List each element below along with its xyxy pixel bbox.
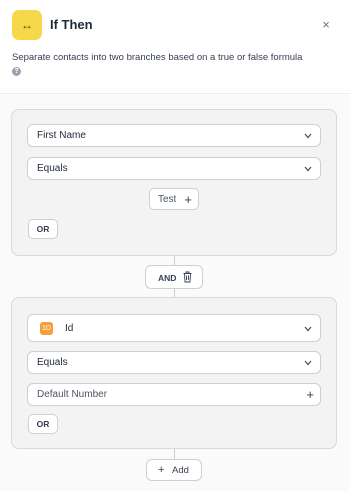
- chevron-down-icon: [304, 133, 312, 139]
- chevron-down-icon: [304, 166, 312, 172]
- trash-icon[interactable]: [183, 271, 192, 283]
- plus-icon[interactable]: +: [306, 387, 314, 402]
- add-button[interactable]: + Add: [146, 459, 202, 481]
- connector-line: [174, 449, 175, 459]
- field-select-value: Id: [65, 323, 74, 334]
- close-button[interactable]: ×: [318, 16, 334, 34]
- add-label: Add: [172, 465, 189, 476]
- arrows-horizontal-icon: ↔: [12, 10, 42, 40]
- field-select[interactable]: 1D Id: [27, 314, 321, 342]
- operator-select[interactable]: Equals: [27, 157, 321, 180]
- value-tag-button[interactable]: Test +: [149, 188, 199, 210]
- value-input[interactable]: Default Number +: [27, 383, 321, 406]
- value-tag-label: Test: [158, 194, 177, 205]
- field-select-value: First Name: [37, 130, 86, 141]
- operator-select-value: Equals: [37, 357, 68, 368]
- and-button[interactable]: AND: [145, 265, 203, 289]
- panel-title: If Then: [50, 17, 93, 32]
- icon-glyph: ↔: [21, 18, 33, 32]
- operator-select[interactable]: Equals: [27, 351, 321, 374]
- and-label: AND: [158, 273, 177, 283]
- help-icon[interactable]: ?: [12, 67, 21, 76]
- panel-header: ↔ If Then × Separate contacts into two b…: [0, 0, 350, 94]
- value-input-placeholder: Default Number: [37, 389, 108, 400]
- panel-description: Separate contacts into two branches base…: [12, 52, 303, 63]
- chevron-down-icon: [304, 326, 312, 332]
- connector-line: [174, 289, 175, 297]
- plus-icon: +: [184, 192, 192, 207]
- number-field-icon: 1D: [40, 322, 53, 335]
- field-select[interactable]: First Name: [27, 124, 321, 147]
- or-button[interactable]: OR: [28, 219, 58, 239]
- operator-select-value: Equals: [37, 163, 68, 174]
- or-button[interactable]: OR: [28, 414, 58, 434]
- plus-icon: +: [158, 464, 165, 476]
- chevron-down-icon: [304, 360, 312, 366]
